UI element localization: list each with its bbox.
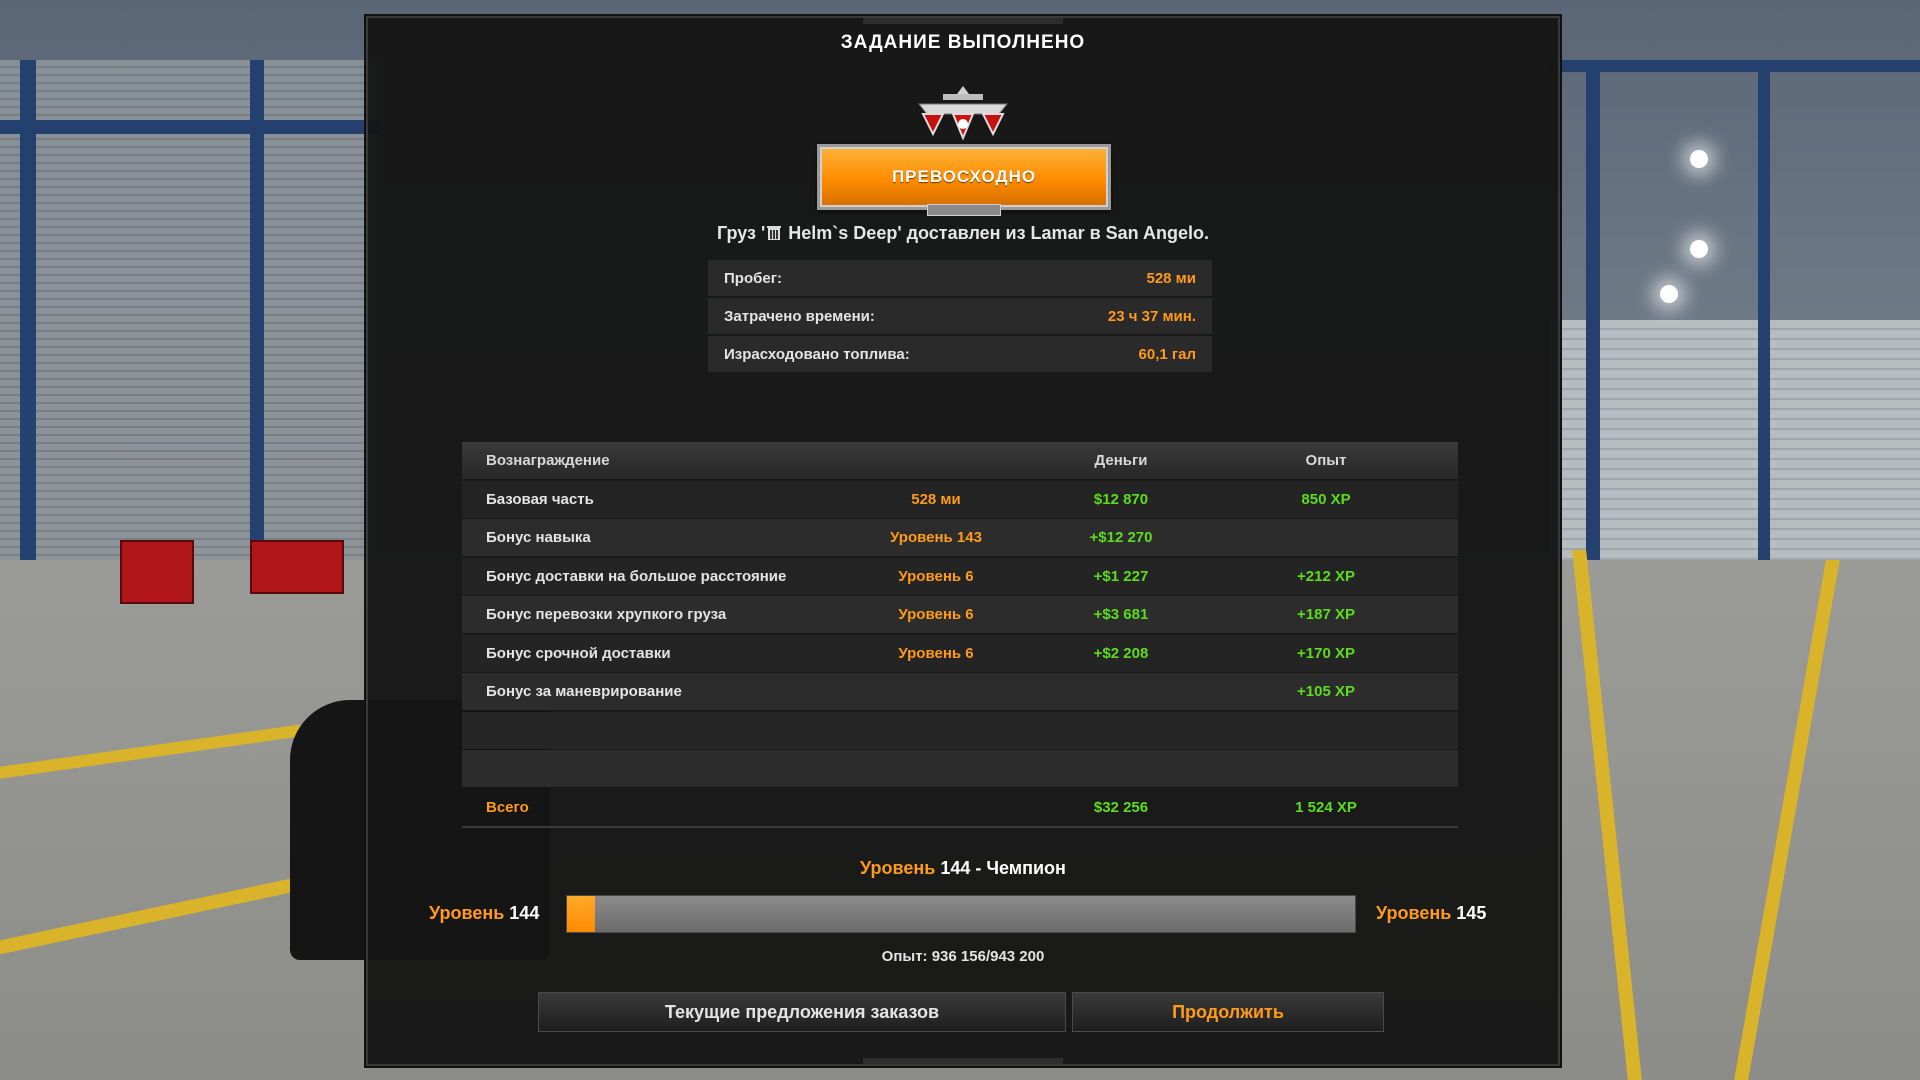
steel-column — [250, 60, 264, 580]
total-label: Всего — [486, 798, 529, 816]
garage-wall-left — [0, 60, 380, 580]
delivery-suffix: ' доставлен из Lamar в San Angelo. — [897, 223, 1209, 243]
header-reward: Вознаграждение — [486, 452, 610, 469]
header-xp: Опыт — [1305, 452, 1347, 469]
reward-level: Уровень 6 — [898, 644, 974, 662]
reward-xp: 850 XP — [1301, 490, 1351, 508]
trip-stats: Пробег: 528 ми Затрачено времени: 23 ч 3… — [708, 260, 1212, 374]
level-title: Уровень 144 - Чемпион — [368, 858, 1558, 879]
ceiling-light — [1690, 240, 1708, 258]
dialog-title: ЗАДАНИЕ ВЫПОЛНЕНО — [840, 32, 1086, 53]
stat-value: 60,1 гал — [1138, 345, 1196, 363]
steel-column — [20, 60, 36, 580]
empty-row — [462, 750, 1458, 787]
reward-name: Бонус за маневрирование — [486, 683, 682, 700]
crown-emblem-icon — [917, 86, 1009, 141]
level-word: Уровень — [1376, 903, 1452, 923]
table-row: Бонус срочной доставки Уровень 6 +$2 208… — [462, 634, 1458, 672]
ceiling-light — [1660, 285, 1678, 303]
level-rank: - Чемпион — [970, 858, 1066, 878]
stat-row-time: Затрачено времени: 23 ч 37 мин. — [708, 298, 1212, 334]
stat-label: Затрачено времени: — [724, 307, 875, 325]
table-row: Бонус перевозки хрупкого груза Уровень 6… — [462, 596, 1458, 633]
table-row: Бонус доставки на большое расстояние Уро… — [462, 557, 1458, 595]
reward-xp: +187 XP — [1297, 606, 1355, 623]
table-row: Бонус за маневрирование +105 XP — [462, 673, 1458, 710]
reward-money: +$2 208 — [1093, 644, 1149, 662]
panel-tab — [863, 18, 1063, 24]
steel-beam — [1550, 60, 1920, 72]
stat-label: Пробег: — [724, 269, 782, 287]
reward-name: Базовая часть — [486, 490, 594, 508]
next-level-label: Уровень 145 — [1376, 903, 1486, 924]
reward-money: $12 870 — [1093, 490, 1149, 508]
reward-xp: +170 XP — [1297, 644, 1355, 662]
rating-label: ПРЕВОСХОДНО — [817, 144, 1111, 210]
reward-money: +$1 227 — [1093, 567, 1149, 585]
current-level-number: 144 — [509, 903, 540, 923]
table-row: Базовая часть 528 ми $12 870 850 XP — [462, 480, 1458, 518]
stat-label: Израсходовано топлива: — [724, 345, 910, 363]
total-xp: 1 524 XP — [1295, 798, 1357, 816]
delivery-prefix: Груз ' — [716, 223, 766, 243]
reward-level: Уровень 6 — [898, 606, 974, 623]
reward-level: Уровень 6 — [898, 567, 974, 585]
level-word: Уровень — [860, 858, 936, 878]
reward-level: 528 ми — [911, 490, 961, 508]
xp-progress-fill — [567, 896, 595, 932]
reward-name: Бонус перевозки хрупкого груза — [486, 606, 727, 623]
garage-wall-right — [1550, 320, 1920, 560]
reward-money: +$12 270 — [1089, 529, 1153, 546]
xp-counter: Опыт: 936 156/943 200 — [881, 948, 1045, 965]
next-level-number: 145 — [1456, 903, 1487, 923]
panel-tab — [863, 1058, 1063, 1064]
level-number: 144 — [940, 858, 971, 878]
cargo-name: Helm`s Deep — [788, 223, 898, 243]
total-row: Всего $32 256 1 524 XP — [462, 789, 1458, 828]
tool-cabinet — [250, 540, 344, 594]
total-money: $32 256 — [1093, 798, 1149, 816]
level-word: Уровень — [429, 903, 505, 923]
steel-column — [1586, 60, 1600, 560]
stat-value: 23 ч 37 мин. — [1107, 307, 1196, 325]
steel-column — [1758, 60, 1770, 560]
reward-name: Бонус доставки на большое расстояние — [486, 567, 787, 585]
continue-button[interactable]: Продолжить — [1072, 992, 1384, 1032]
rewards-header: Вознаграждение Деньги Опыт — [462, 442, 1458, 479]
reward-name: Бонус срочной доставки — [486, 644, 671, 662]
job-offers-button[interactable]: Текущие предложения заказов — [538, 992, 1066, 1032]
header-money: Деньги — [1094, 452, 1148, 469]
reward-xp: +105 XP — [1297, 683, 1355, 700]
ceiling-light — [1690, 150, 1708, 168]
cargo-icon — [767, 226, 782, 240]
reward-xp: +212 XP — [1297, 567, 1355, 585]
current-level-label: Уровень 144 — [429, 903, 539, 924]
reward-name: Бонус навыка — [486, 529, 591, 546]
rewards-table: Вознаграждение Деньги Опыт Базовая часть… — [462, 442, 1458, 829]
reward-level: Уровень 143 — [890, 529, 982, 546]
empty-row — [462, 711, 1458, 749]
rating-badge: ПРЕВОСХОДНО — [817, 84, 1111, 216]
badge-foot — [927, 204, 1001, 216]
stat-value: 528 ми — [1146, 269, 1196, 287]
reward-money: +$3 681 — [1093, 606, 1149, 623]
job-complete-panel: ЗАДАНИЕ ВЫПОЛНЕНО ПРЕВОСХОДНО Груз ' Hel… — [366, 16, 1560, 1066]
stat-row-fuel: Израсходовано топлива: 60,1 гал — [708, 336, 1212, 372]
steel-beam — [0, 120, 380, 134]
stat-row-distance: Пробег: 528 ми — [708, 260, 1212, 296]
tool-cabinet — [120, 540, 194, 604]
xp-progress-bar — [566, 895, 1356, 933]
delivery-summary: Груз ' Helm`s Deep' доставлен из Lamar в… — [368, 223, 1558, 244]
table-row: Бонус навыка Уровень 143 +$12 270 — [462, 519, 1458, 556]
